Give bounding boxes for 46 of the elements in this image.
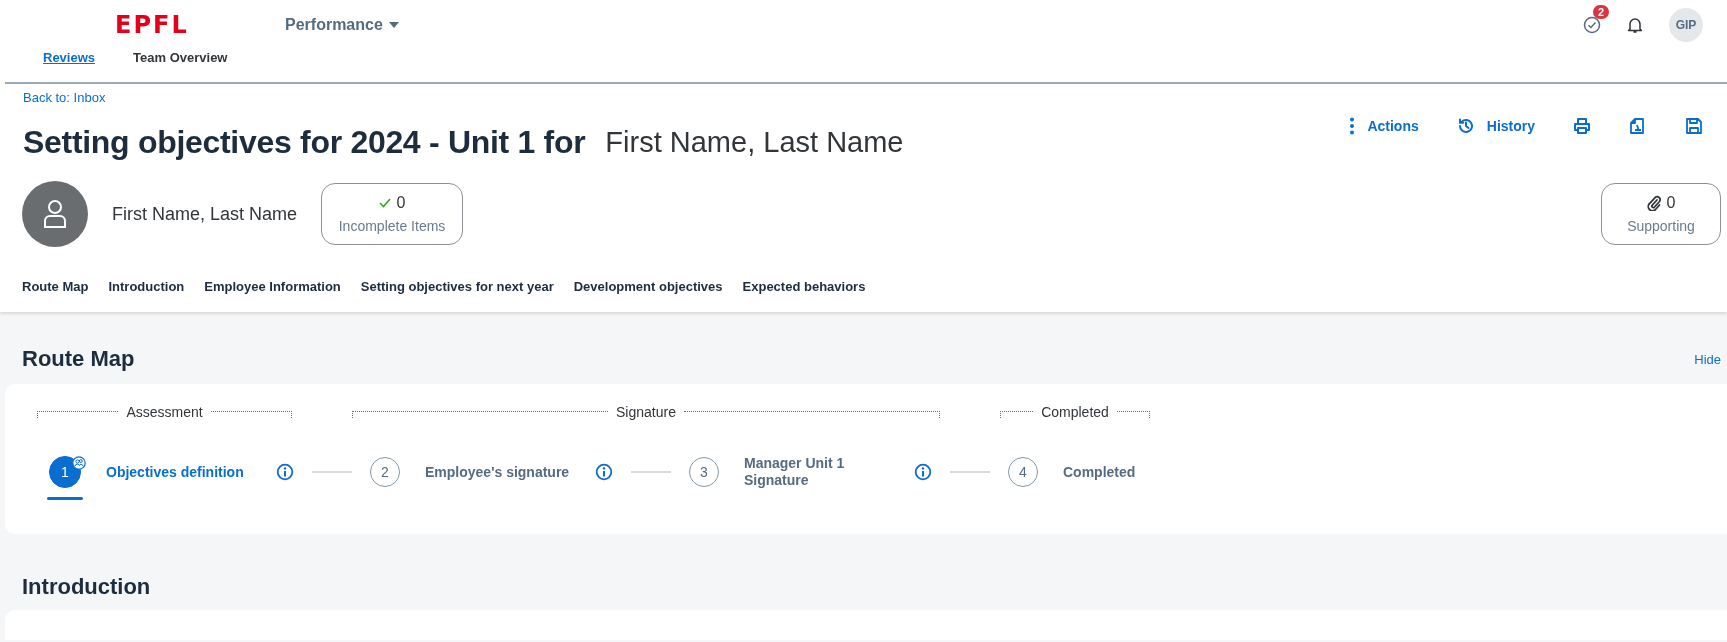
- printer-icon[interactable]: [1573, 116, 1591, 135]
- history-icon: [1456, 116, 1475, 135]
- route-step[interactable]: 3 Manager Unit 1 Signature: [689, 456, 914, 500]
- employee-title: First Name, Last Name: [605, 126, 904, 159]
- nav-tab[interactable]: Reviews: [43, 50, 96, 65]
- section-link[interactable]: Employee Information: [204, 279, 341, 294]
- tasks-icon[interactable]: [1583, 16, 1601, 34]
- module-menu[interactable]: Performance: [285, 16, 399, 34]
- info-icon[interactable]: [276, 463, 294, 481]
- brand-logo: EPFL: [115, 11, 190, 39]
- check-icon: [378, 198, 391, 208]
- hide-link[interactable]: Hide: [1694, 351, 1721, 367]
- caret-icon: [388, 22, 399, 28]
- route-step[interactable]: 4 Completed: [1008, 456, 1233, 500]
- route-step[interactable]: 2 Employee's signature: [370, 456, 595, 500]
- section-link[interactable]: Expected behaviors: [742, 279, 866, 294]
- section-title: Route Map: [22, 346, 135, 372]
- section-link[interactable]: Route Map: [22, 279, 89, 294]
- info-icon[interactable]: [595, 463, 613, 481]
- counter-tile[interactable]: 0 Supporting: [1601, 183, 1721, 245]
- phase-bracket: Signature: [352, 404, 940, 424]
- step-connector: [312, 471, 352, 473]
- section-link[interactable]: Setting objectives for next year: [360, 279, 554, 294]
- document-icon[interactable]: [1629, 116, 1647, 135]
- section-link[interactable]: Development objectives: [573, 279, 723, 294]
- phase-bracket: Completed: [1000, 404, 1150, 424]
- counter-tile[interactable]: 0 Incomplete Items: [321, 183, 464, 245]
- back-link[interactable]: Back to: Inbox: [23, 90, 106, 105]
- section-title: Introduction: [22, 574, 152, 600]
- menu-button[interactable]: Actions: [1349, 116, 1419, 135]
- page-title: Setting objectives for 2024 - Unit 1 for: [23, 124, 586, 161]
- step-connector: [950, 471, 990, 473]
- nav-tab[interactable]: Team Overview: [133, 50, 228, 65]
- step-connector: [631, 471, 671, 473]
- save-icon[interactable]: [1685, 116, 1703, 135]
- more-icon: [1349, 116, 1356, 135]
- section-link[interactable]: Introduction: [108, 279, 185, 294]
- route-step[interactable]: 1 Objectives definition: [49, 456, 276, 500]
- history-button[interactable]: History: [1456, 116, 1535, 135]
- phase-bracket: Assessment: [37, 404, 292, 424]
- info-icon[interactable]: [914, 463, 932, 481]
- paperclip-icon: [1646, 195, 1661, 211]
- user-avatar[interactable]: GIP: [1669, 8, 1703, 42]
- bell-icon[interactable]: [1627, 16, 1643, 34]
- employee-name: First Name, Last Name: [112, 203, 298, 225]
- notification-badge: 2: [1593, 5, 1610, 19]
